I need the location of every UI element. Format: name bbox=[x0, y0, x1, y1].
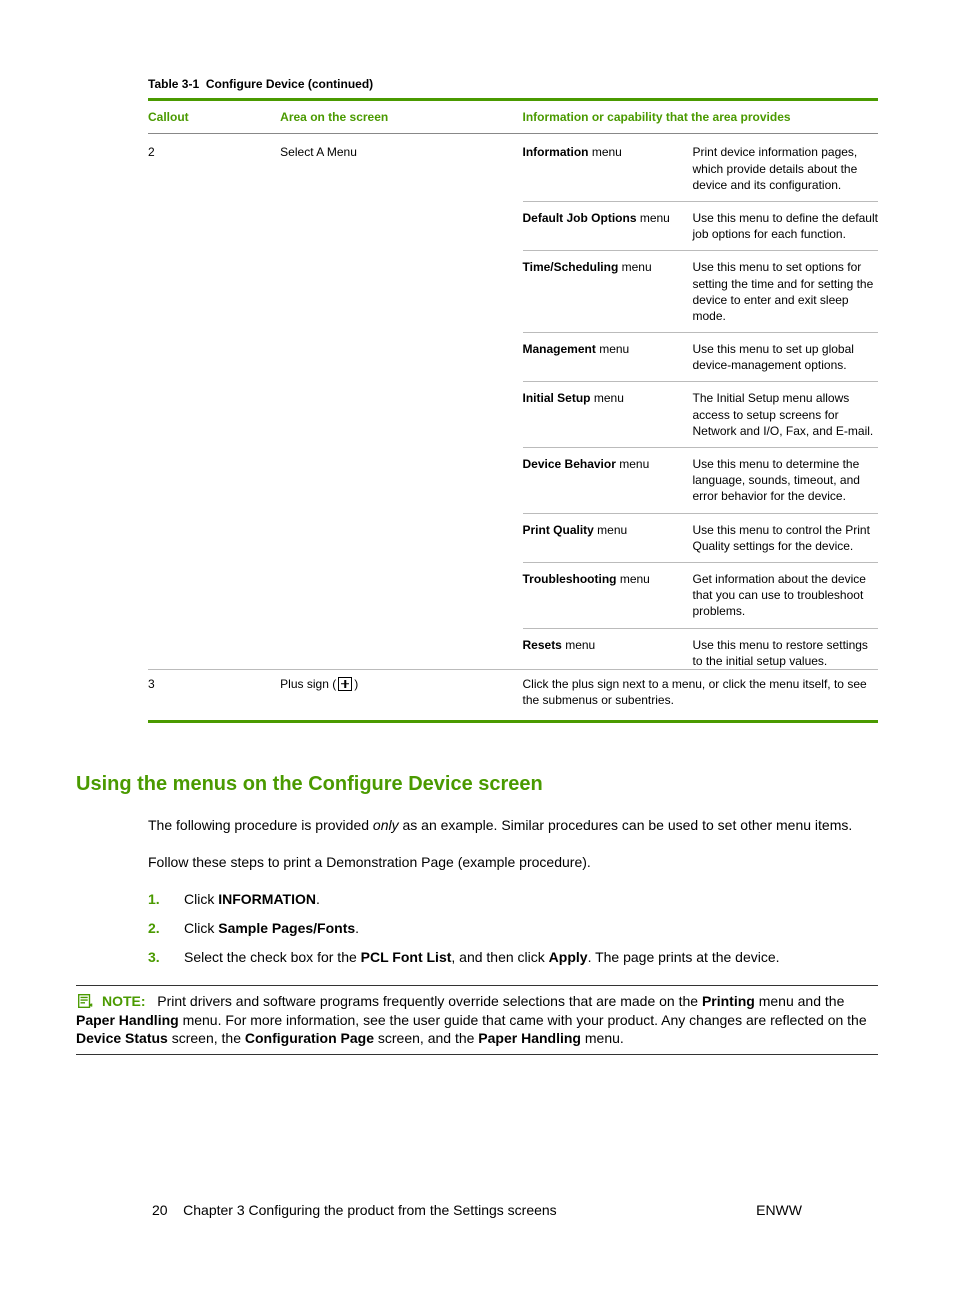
note-icon bbox=[76, 992, 94, 1010]
chapter-title: Chapter 3 Configuring the product from t… bbox=[183, 1202, 557, 1218]
note-text: Print drivers and software programs freq… bbox=[76, 993, 867, 1047]
menu-row: Initial Setup menuThe Initial Setup menu… bbox=[523, 382, 879, 448]
menu-description: Use this menu to restore settings to the… bbox=[693, 637, 879, 669]
menu-description: Use this menu to determine the language,… bbox=[693, 456, 879, 505]
menu-description: Use this menu to set options for setting… bbox=[693, 259, 879, 324]
th-info: Information or capability that the area … bbox=[523, 100, 879, 134]
menu-row: Management menuUse this menu to set up g… bbox=[523, 333, 879, 382]
menu-row: Information menuPrint device information… bbox=[523, 144, 879, 202]
list-item: Click INFORMATION. bbox=[184, 890, 878, 909]
menu-row: Default Job Options menuUse this menu to… bbox=[523, 202, 879, 251]
th-area: Area on the screen bbox=[280, 100, 522, 134]
th-callout: Callout bbox=[148, 100, 280, 134]
page-footer: 20 Chapter 3 Configuring the product fro… bbox=[152, 1201, 802, 1220]
menu-description: Use this menu to control the Print Quali… bbox=[693, 522, 879, 554]
section-heading: Using the menus on the Configure Device … bbox=[76, 771, 878, 798]
menu-name: Print Quality menu bbox=[523, 522, 693, 554]
list-item: Select the check box for the PCL Font Li… bbox=[184, 948, 878, 967]
table-row: 2 Select A Menu Information menuPrint de… bbox=[148, 134, 878, 670]
menu-description: Use this menu to set up global device-ma… bbox=[693, 341, 879, 373]
menu-name: Information menu bbox=[523, 144, 693, 193]
menu-name: Default Job Options menu bbox=[523, 210, 693, 242]
menu-name: Device Behavior menu bbox=[523, 456, 693, 505]
plus-sign-icon bbox=[338, 677, 352, 691]
menu-description: Get information about the device that yo… bbox=[693, 571, 879, 620]
steps-list: Click INFORMATION. Click Sample Pages/Fo… bbox=[148, 890, 878, 967]
menu-name: Resets menu bbox=[523, 637, 693, 669]
menu-row: Resets menuUse this menu to restore sett… bbox=[523, 629, 879, 669]
menu-description: Use this menu to define the default job … bbox=[693, 210, 879, 242]
menu-row: Troubleshooting menuGet information abou… bbox=[523, 563, 879, 629]
menu-row: Time/Scheduling menuUse this menu to set… bbox=[523, 251, 879, 333]
menu-description: The Initial Setup menu allows access to … bbox=[693, 390, 879, 439]
menu-name: Troubleshooting menu bbox=[523, 571, 693, 620]
menu-row: Device Behavior menuUse this menu to det… bbox=[523, 448, 879, 514]
footer-right: ENWW bbox=[756, 1201, 802, 1220]
note-label: NOTE: bbox=[102, 993, 146, 1009]
list-item: Click Sample Pages/Fonts. bbox=[184, 919, 878, 938]
page-number: 20 bbox=[152, 1202, 168, 1218]
paragraph: Follow these steps to print a Demonstrat… bbox=[148, 853, 878, 872]
menu-row: Print Quality menuUse this menu to contr… bbox=[523, 514, 879, 563]
cell-area: Select A Menu bbox=[280, 134, 522, 670]
cell-callout: 2 bbox=[148, 134, 280, 670]
cell-callout: 3 bbox=[148, 669, 280, 721]
menu-name: Management menu bbox=[523, 341, 693, 373]
configure-device-table: Callout Area on the screen Information o… bbox=[148, 98, 878, 723]
note-block: NOTE: Print drivers and software program… bbox=[76, 985, 878, 1056]
cell-area: Plus sign () bbox=[280, 669, 522, 721]
cell-info: Click the plus sign next to a menu, or c… bbox=[523, 669, 879, 721]
menu-description: Print device information pages, which pr… bbox=[693, 144, 879, 193]
menu-name: Time/Scheduling menu bbox=[523, 259, 693, 324]
table-row: 3 Plus sign () Click the plus sign next … bbox=[148, 669, 878, 721]
menu-name: Initial Setup menu bbox=[523, 390, 693, 439]
paragraph: The following procedure is provided only… bbox=[148, 816, 878, 835]
table-caption: Table 3-1 Configure Device (continued) bbox=[148, 76, 878, 92]
